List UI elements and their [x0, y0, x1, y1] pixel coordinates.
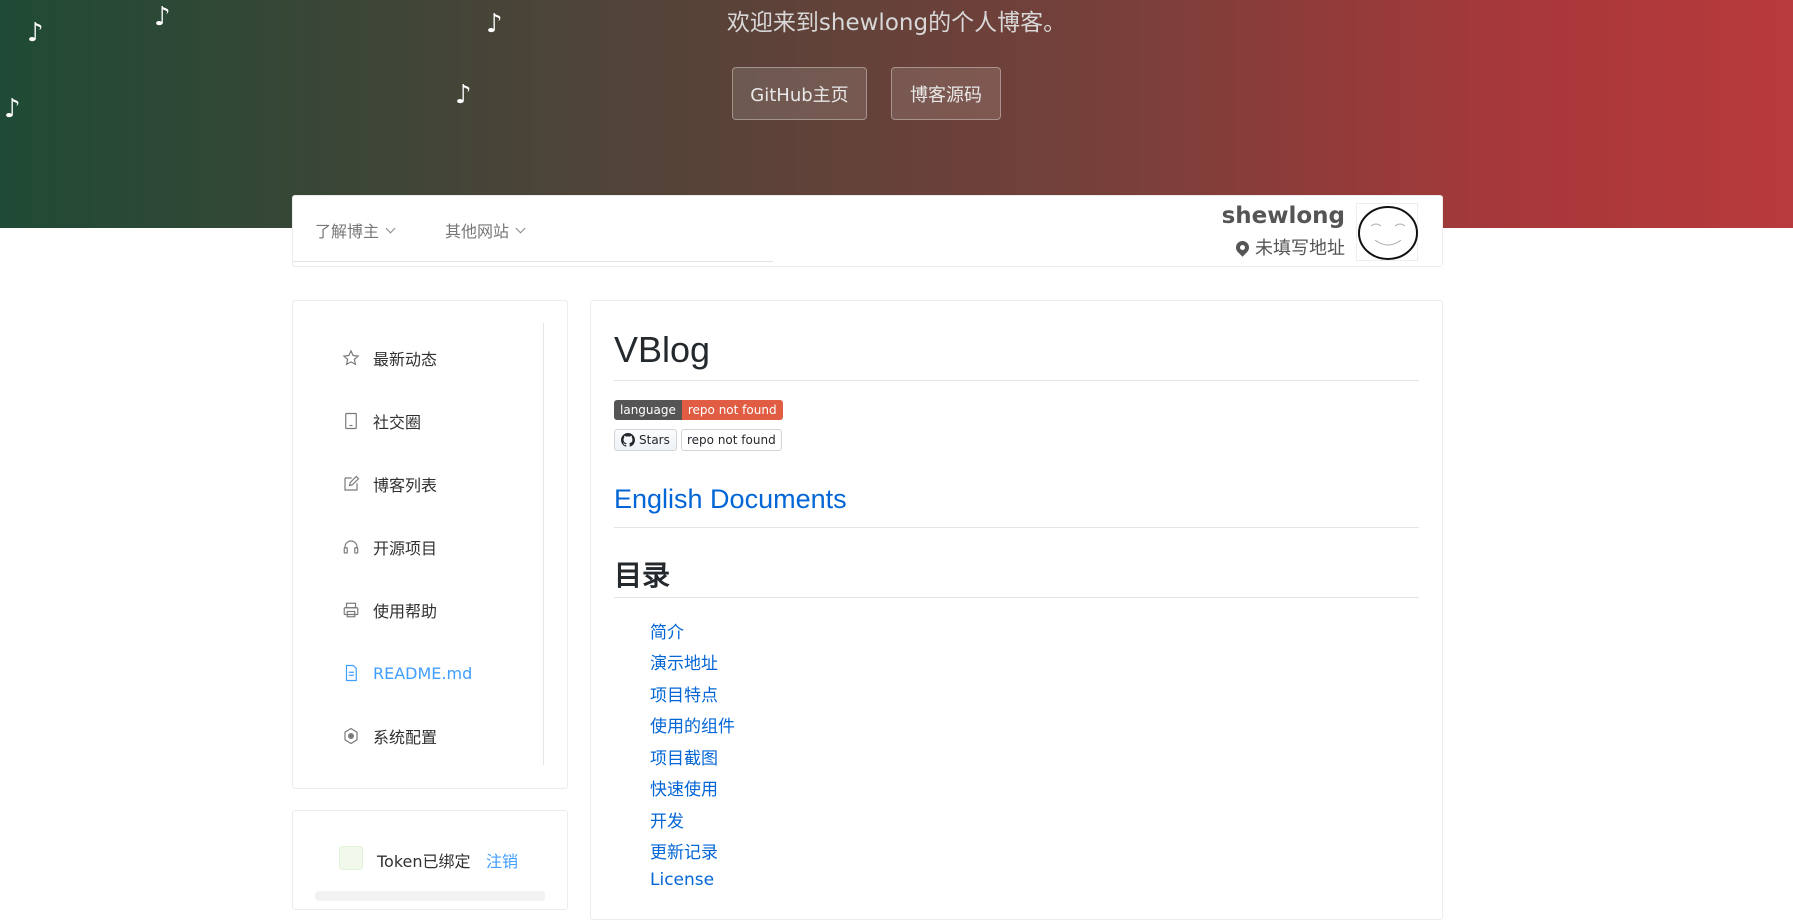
sidebar-item-label: 社交圈: [373, 413, 422, 432]
location-text: 未填写地址: [1255, 238, 1345, 259]
badge-label: language: [614, 400, 682, 420]
setting-icon: [341, 726, 361, 746]
stars-label: Stars: [639, 433, 670, 447]
location-pin-icon: [1233, 237, 1252, 257]
toc-link-changelog[interactable]: 更新记录: [650, 838, 718, 863]
smiley-avatar-icon: [1358, 206, 1418, 260]
chevron-down-icon: [385, 223, 396, 233]
toc-link-screenshots[interactable]: 项目截图: [650, 744, 718, 769]
token-placeholder-bar: [315, 891, 545, 901]
welcome-text: 欢迎来到shewlong的个人博客。: [726, 10, 1067, 36]
token-status-indicator: [339, 846, 363, 870]
toc-link-quickstart[interactable]: 快速使用: [650, 775, 718, 800]
tablet-icon: [341, 411, 361, 431]
printer-icon: [341, 600, 361, 620]
nav-divider: [293, 261, 773, 262]
nav-menu-other-sites[interactable]: 其他网站: [445, 218, 526, 242]
readme-title: VBlog: [614, 329, 711, 370]
sidebar-item-open-source[interactable]: 开源项目: [341, 532, 437, 562]
star-icon: [341, 348, 361, 368]
headset-icon: [341, 537, 361, 557]
sidebar-item-label: README.md: [373, 663, 473, 683]
readme-content: VBlog language repo not found Stars repo…: [590, 300, 1443, 920]
nav-menu-label: 其他网站: [445, 222, 510, 241]
sidebar-item-label: 最新动态: [373, 350, 438, 369]
profile-name: shewlong: [1221, 203, 1345, 229]
toc-link-develop[interactable]: 开发: [650, 807, 684, 832]
badge-value: repo not found: [681, 400, 783, 420]
sidebar-item-readme[interactable]: README.md: [341, 658, 472, 688]
music-note-icon: ♪: [486, 9, 503, 39]
token-status-text: Token已绑定: [377, 852, 471, 871]
music-note-icon: ♪: [455, 80, 472, 110]
token-card: Token已绑定 注销: [292, 810, 568, 910]
sidebar-item-help[interactable]: 使用帮助: [341, 595, 437, 625]
sidebar-item-social[interactable]: 社交圈: [341, 406, 421, 436]
edit-icon: [341, 474, 361, 494]
language-badge[interactable]: language repo not found: [614, 400, 783, 420]
music-note-icon: ♪: [4, 94, 21, 124]
github-stars-button[interactable]: Stars: [614, 429, 677, 451]
sidebar-item-blog-list[interactable]: 博客列表: [341, 469, 437, 499]
logout-link[interactable]: 注销: [486, 848, 518, 872]
toc-link-intro[interactable]: 简介: [650, 618, 684, 643]
sidebar-divider: [543, 323, 544, 765]
sidebar-item-label: 系统配置: [373, 728, 438, 747]
sidebar-menu: 最新动态 社交圈 博客列表 开源项目 使用帮助 README.md 系统配置: [292, 300, 568, 789]
heading-divider: [614, 380, 1419, 381]
document-icon: [341, 663, 361, 683]
header-banner: 欢迎来到shewlong的个人博客。 GitHub主页 博客源码 ♪ ♪ ♪ ♪…: [0, 0, 1793, 228]
github-home-button[interactable]: GitHub主页: [732, 67, 867, 120]
blog-source-button[interactable]: 博客源码: [891, 67, 1001, 120]
sidebar-item-label: 开源项目: [373, 539, 438, 558]
toc-link-license[interactable]: License: [650, 870, 714, 890]
profile-location: 未填写地址: [1233, 234, 1345, 260]
sidebar-item-latest[interactable]: 最新动态: [341, 343, 437, 373]
toc-link-features[interactable]: 项目特点: [650, 681, 718, 706]
nav-menu-label: 了解博主: [315, 222, 380, 241]
heading-divider: [614, 527, 1419, 528]
stars-count[interactable]: repo not found: [681, 429, 782, 451]
github-icon: [621, 433, 635, 447]
nav-menu-about[interactable]: 了解博主: [315, 218, 396, 242]
toc-heading: 目录: [614, 559, 671, 592]
chevron-down-icon: [515, 223, 526, 233]
toc-link-components[interactable]: 使用的组件: [650, 712, 735, 737]
sidebar-item-label: 博客列表: [373, 476, 438, 495]
music-note-icon: ♪: [154, 2, 171, 32]
toc-link-demo[interactable]: 演示地址: [650, 649, 718, 674]
top-navbar: 了解博主 其他网站 shewlong 未填写地址: [292, 195, 1443, 267]
english-documents-link[interactable]: English Documents: [614, 484, 847, 515]
sidebar-item-settings[interactable]: 系统配置: [341, 721, 437, 751]
music-note-icon: ♪: [27, 18, 44, 48]
avatar[interactable]: [1356, 203, 1418, 261]
heading-divider: [614, 597, 1419, 598]
sidebar-item-label: 使用帮助: [373, 602, 438, 621]
